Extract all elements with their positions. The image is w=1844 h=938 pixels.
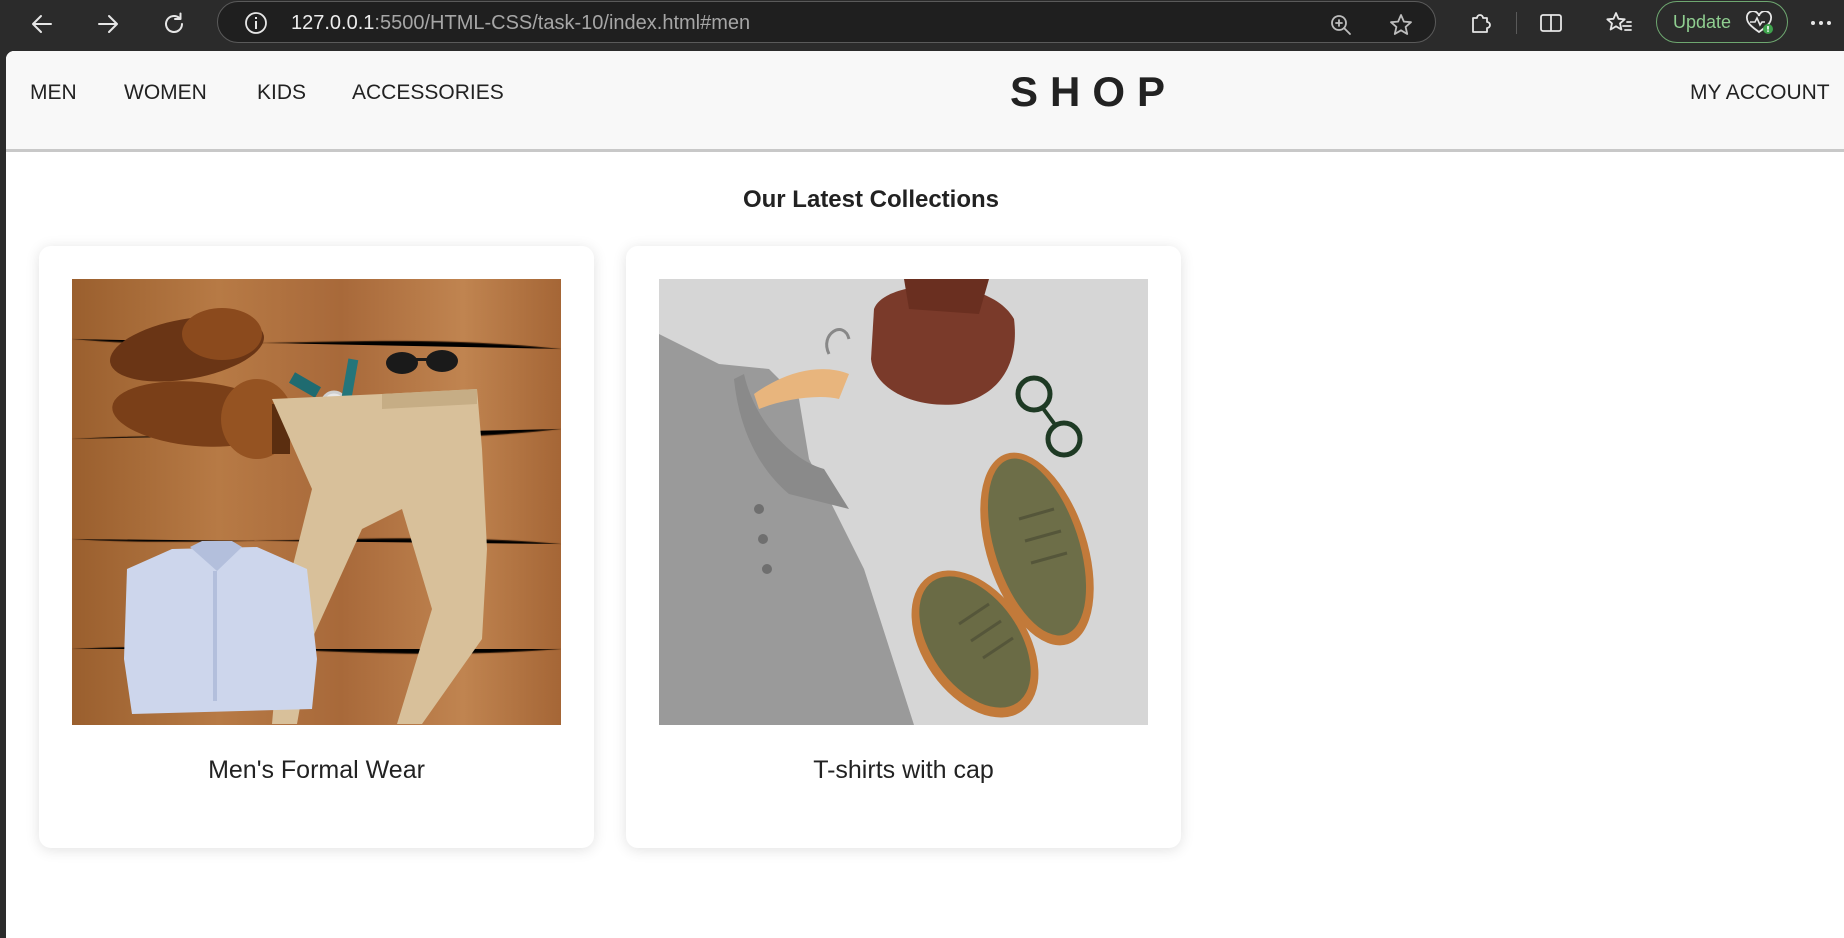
- split-screen-icon: [1540, 14, 1562, 32]
- nav-men[interactable]: MEN: [30, 81, 77, 105]
- puzzle-icon: [1472, 14, 1491, 33]
- back-button[interactable]: [24, 6, 60, 42]
- site-header: MEN WOMEN KIDS ACCESSORIES SHOP MY ACCOU…: [6, 51, 1844, 152]
- extensions-button[interactable]: [1464, 7, 1496, 39]
- site-logo[interactable]: SHOP: [1010, 68, 1177, 116]
- reload-button[interactable]: [156, 6, 192, 42]
- zoom-button[interactable]: [1325, 9, 1357, 41]
- nav-kids[interactable]: KIDS: [257, 81, 306, 105]
- nav-women[interactable]: WOMEN: [124, 81, 207, 105]
- heart-pulse-icon: [1746, 11, 1773, 34]
- more-button[interactable]: [1805, 7, 1837, 39]
- forward-arrow-icon: [98, 15, 118, 33]
- address-bar[interactable]: 127.0.0.1:5500/HTML-CSS/task-10/index.ht…: [217, 1, 1436, 43]
- info-icon[interactable]: [244, 11, 268, 35]
- browser-toolbar: 127.0.0.1:5500/HTML-CSS/task-10/index.ht…: [0, 0, 1844, 51]
- card-caption: Men's Formal Wear: [208, 756, 425, 784]
- update-label: Update: [1673, 11, 1732, 32]
- url-text[interactable]: 127.0.0.1:5500/HTML-CSS/task-10/index.ht…: [291, 12, 750, 35]
- forward-button[interactable]: [90, 6, 126, 42]
- split-screen-button[interactable]: [1535, 7, 1567, 39]
- more-icon: [1811, 21, 1831, 25]
- favorites-icon: [1606, 12, 1632, 31]
- star-icon: [1390, 14, 1412, 35]
- url-path: :5500/HTML-CSS/task-10/index.html#men: [374, 12, 751, 34]
- nav-my-account[interactable]: MY ACCOUNT: [1690, 81, 1830, 105]
- zoom-in-icon: [1331, 15, 1351, 35]
- tshirts-cap-image: [659, 279, 1148, 725]
- url-host: 127.0.0.1: [291, 12, 375, 34]
- toolbar-divider: [1516, 12, 1517, 34]
- favorite-button[interactable]: [1385, 9, 1417, 41]
- reload-icon: [165, 12, 183, 33]
- card-caption: T-shirts with cap: [813, 756, 994, 784]
- favorites-button[interactable]: [1603, 7, 1635, 39]
- collection-card-tshirts-cap[interactable]: T-shirts with cap: [626, 246, 1181, 848]
- mens-formal-image: [72, 279, 561, 725]
- update-button[interactable]: Update: [1656, 1, 1788, 43]
- page-title: Our Latest Collections: [742, 186, 1000, 213]
- back-arrow-icon: [32, 15, 52, 33]
- nav-accessories[interactable]: ACCESSORIES: [352, 81, 504, 105]
- collection-card-mens-formal[interactable]: Men's Formal Wear: [39, 246, 594, 848]
- page-viewport: MEN WOMEN KIDS ACCESSORIES SHOP MY ACCOU…: [6, 51, 1844, 938]
